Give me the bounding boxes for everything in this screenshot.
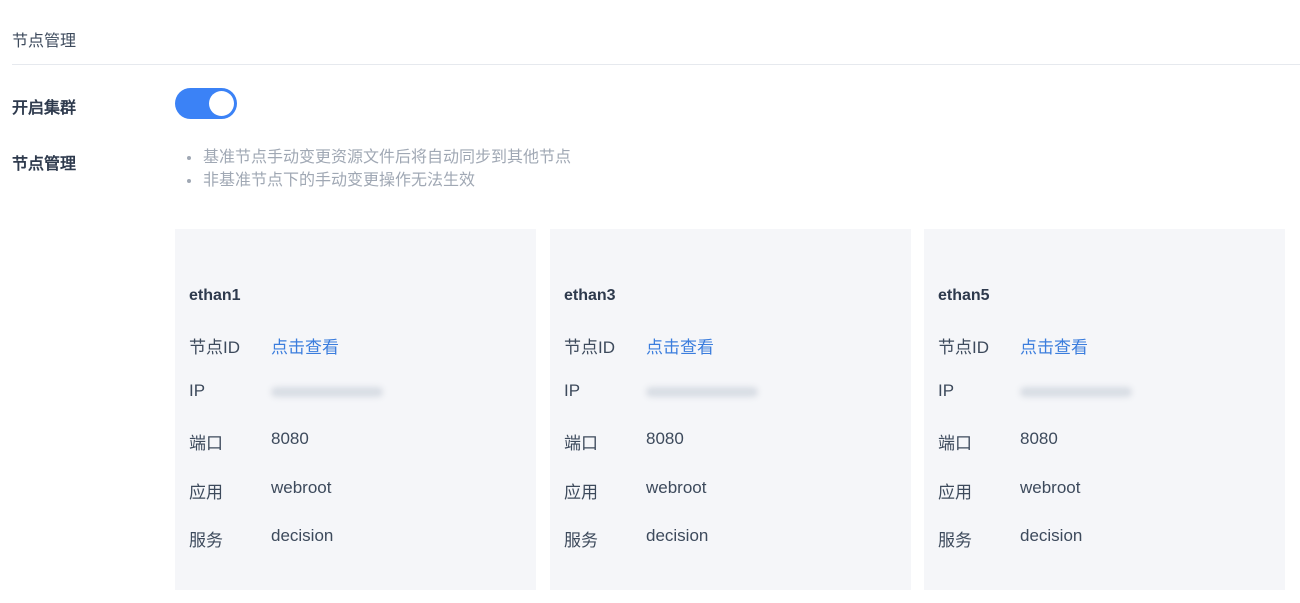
node-id-link[interactable]: 点击查看 <box>1020 333 1088 358</box>
tip-item: 非基准节点下的手动变更操作无法生效 <box>187 169 571 192</box>
ip-value-blurred <box>646 381 758 402</box>
field-label: 节点ID <box>564 338 615 357</box>
node-name: ethan5 <box>938 287 990 304</box>
app-value: webroot <box>271 478 332 497</box>
field-label: IP <box>938 381 955 400</box>
cluster-label: 开启集群 <box>12 100 77 117</box>
node-card: ethan1 节点ID 点击查看 IP 端口 8080 应用 webroot 服… <box>175 229 536 590</box>
field-label: 服务 <box>938 531 972 550</box>
field-label: 应用 <box>938 483 972 502</box>
header-divider <box>12 64 1300 65</box>
node-management-label: 节点管理 <box>12 156 77 173</box>
field-label: 端口 <box>938 434 972 453</box>
field-label: IP <box>564 381 581 400</box>
field-label: 节点ID <box>938 338 989 357</box>
field-label: 应用 <box>189 483 223 502</box>
ip-value-blurred <box>1020 381 1132 402</box>
field-label: 应用 <box>564 483 598 502</box>
service-value: decision <box>1020 526 1083 545</box>
field-label: 端口 <box>189 434 223 453</box>
ip-value-blurred <box>271 381 383 402</box>
field-label: 端口 <box>564 434 598 453</box>
field-label: 节点ID <box>189 338 240 357</box>
node-id-link[interactable]: 点击查看 <box>646 333 714 358</box>
field-label: 服务 <box>564 531 598 550</box>
port-value: 8080 <box>646 429 684 448</box>
app-value: webroot <box>1020 478 1081 497</box>
tips-list: 基准节点手动变更资源文件后将自动同步到其他节点 非基准节点下的手动变更操作无法生… <box>187 146 571 192</box>
page-title: 节点管理 <box>12 33 77 50</box>
field-label: IP <box>189 381 206 400</box>
service-value: decision <box>271 526 334 545</box>
node-name: ethan3 <box>564 287 616 304</box>
tip-item: 基准节点手动变更资源文件后将自动同步到其他节点 <box>187 146 571 169</box>
node-id-link[interactable]: 点击查看 <box>271 333 339 358</box>
toggle-knob <box>209 91 234 116</box>
port-value: 8080 <box>1020 429 1058 448</box>
app-value: webroot <box>646 478 707 497</box>
port-value: 8080 <box>271 429 309 448</box>
field-label: 服务 <box>189 531 223 550</box>
cluster-toggle[interactable] <box>175 88 237 119</box>
node-card: ethan3 节点ID 点击查看 IP 端口 8080 应用 webroot 服… <box>550 229 911 590</box>
node-card: ethan5 节点ID 点击查看 IP 端口 8080 应用 webroot 服… <box>924 229 1285 590</box>
node-name: ethan1 <box>189 287 241 304</box>
service-value: decision <box>646 526 709 545</box>
